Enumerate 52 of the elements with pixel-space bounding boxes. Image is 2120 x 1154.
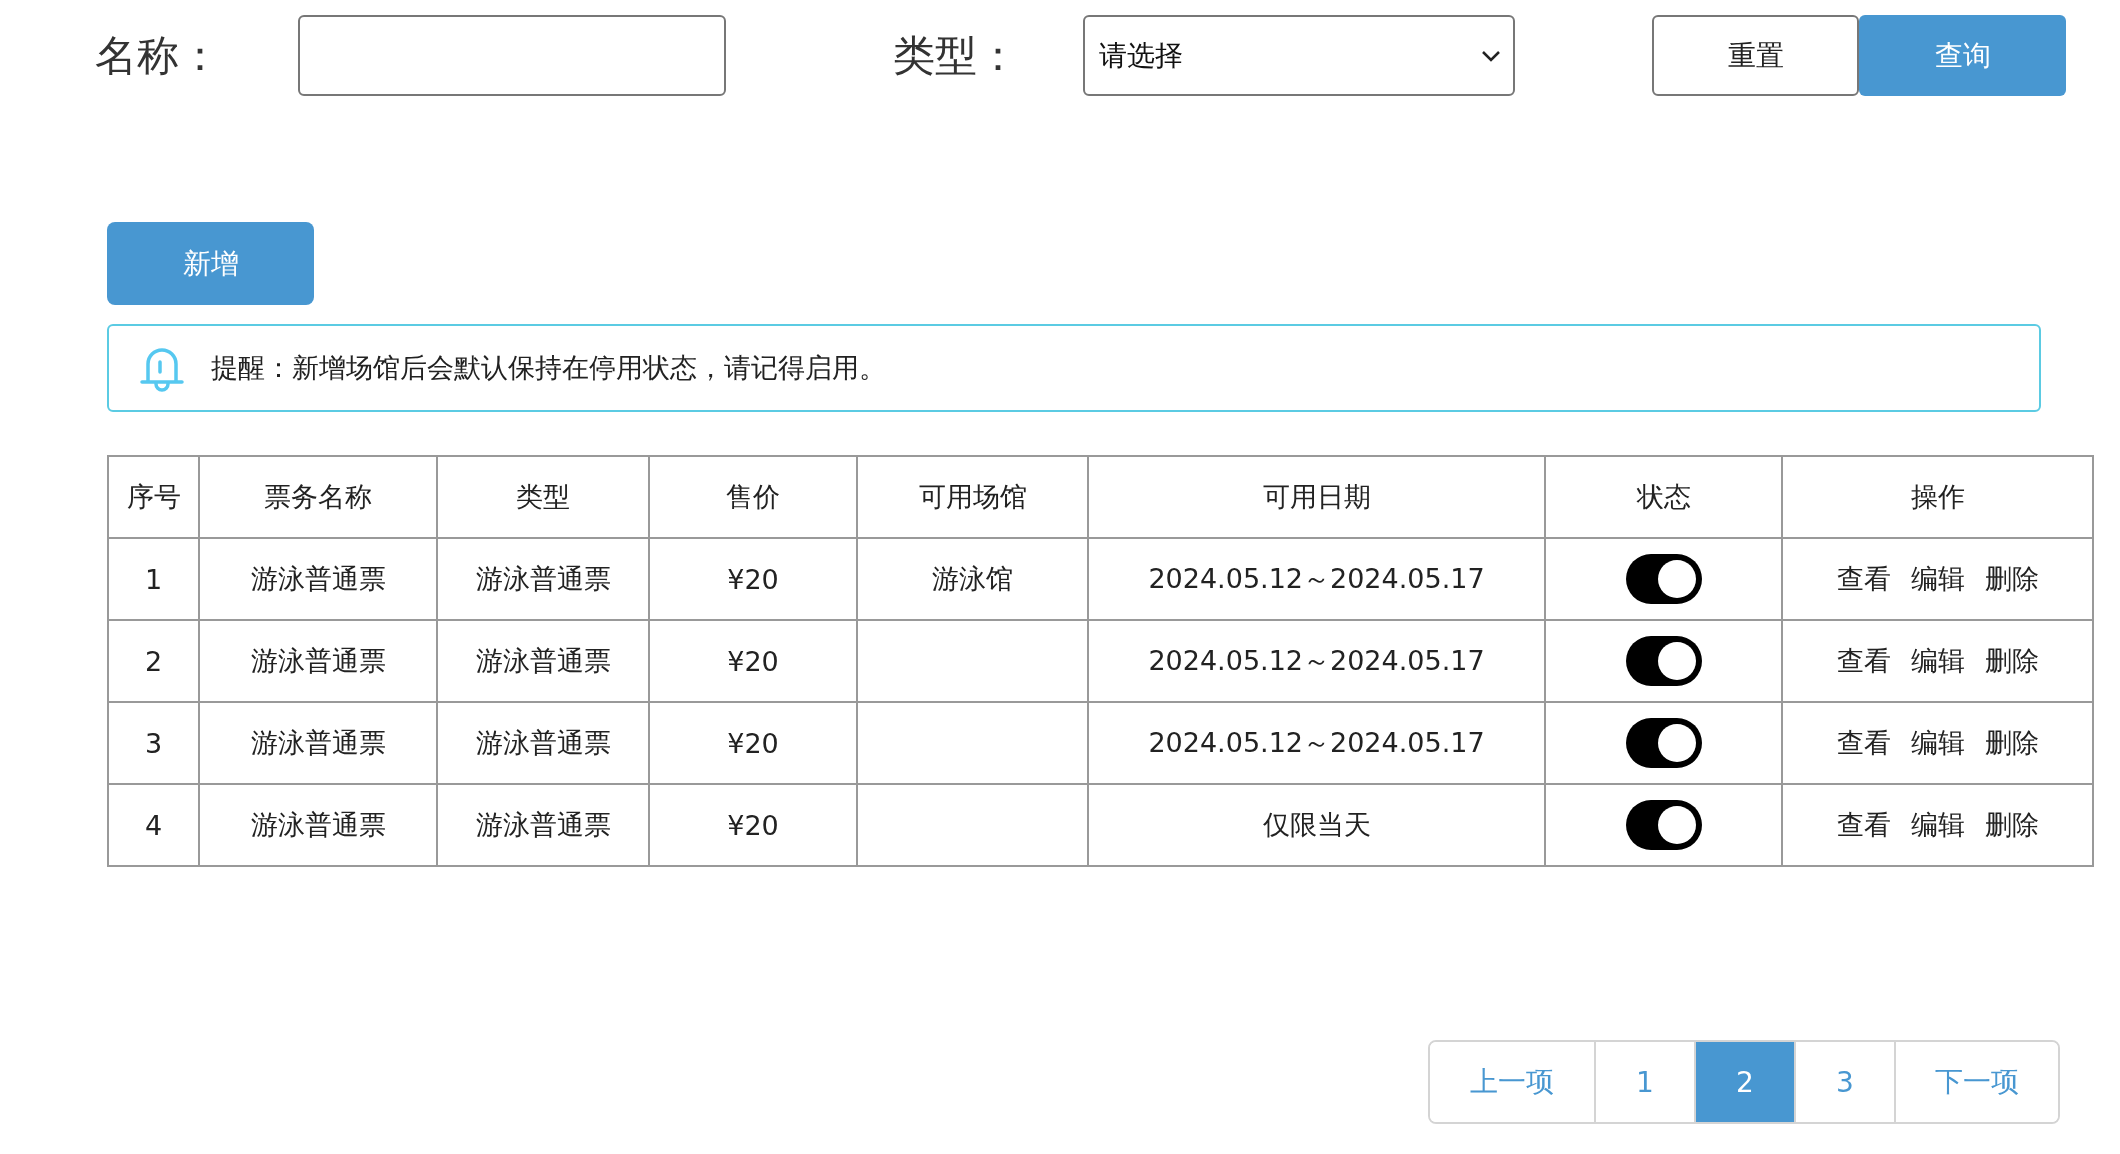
table-cell: 游泳馆 [857, 538, 1088, 620]
action-link[interactable]: 编辑 [1910, 643, 1965, 679]
table-cell: 3 [108, 702, 199, 784]
action-link[interactable]: 删除 [1984, 807, 2039, 843]
column-header: 操作 [1782, 456, 2093, 538]
status-toggle[interactable] [1625, 636, 1702, 686]
notice-text: 提醒：新增场馆后会默认保持在停用状态，请记得启用。 [211, 351, 886, 385]
action-link[interactable]: 编辑 [1910, 725, 1965, 761]
table-cell: 游泳普通票 [199, 538, 437, 620]
table-cell: 2 [108, 620, 199, 702]
chevron-down-icon [1481, 49, 1501, 62]
table-cell: ¥20 [649, 702, 857, 784]
status-toggle[interactable] [1625, 554, 1702, 604]
table-cell: 2024.05.12～2024.05.17 [1088, 538, 1545, 620]
action-link[interactable]: 删除 [1984, 561, 2039, 597]
table-cell: 2024.05.12～2024.05.17 [1088, 702, 1545, 784]
action-link[interactable]: 编辑 [1910, 561, 1965, 597]
action-link[interactable]: 查看 [1836, 725, 1891, 761]
table-cell: 游泳普通票 [199, 702, 437, 784]
action-link[interactable]: 删除 [1984, 725, 2039, 761]
table-cell: ¥20 [649, 538, 857, 620]
column-header: 可用场馆 [857, 456, 1088, 538]
column-header: 票务名称 [199, 456, 437, 538]
table-cell: 1 [108, 538, 199, 620]
column-header: 类型 [437, 456, 649, 538]
column-header: 状态 [1545, 456, 1782, 538]
status-toggle[interactable] [1625, 718, 1702, 768]
column-header: 售价 [649, 456, 857, 538]
table-cell: 游泳普通票 [199, 620, 437, 702]
action-link[interactable]: 查看 [1836, 807, 1891, 843]
name-label: 名称： [95, 29, 222, 82]
action-link[interactable]: 删除 [1984, 643, 2039, 679]
table-cell: 游泳普通票 [199, 784, 437, 866]
table-cell: 4 [108, 784, 199, 866]
table-cell: 2024.05.12～2024.05.17 [1088, 620, 1545, 702]
table-cell: 游泳普通票 [437, 538, 649, 620]
table-cell: 游泳普通票 [437, 702, 649, 784]
table-cell: 游泳普通票 [437, 620, 649, 702]
table-cell: ¥20 [649, 620, 857, 702]
action-link[interactable]: 查看 [1836, 643, 1891, 679]
reset-button[interactable]: 重置 [1652, 15, 1859, 96]
table-cell: 游泳普通票 [437, 784, 649, 866]
status-toggle[interactable] [1625, 800, 1702, 850]
table-cell: 仅限当天 [1088, 784, 1545, 866]
column-header: 序号 [108, 456, 199, 538]
type-label: 类型： [893, 29, 1020, 82]
type-select-field[interactable]: 请选择 [1083, 15, 1515, 96]
action-link[interactable]: 编辑 [1910, 807, 1965, 843]
action-link[interactable]: 查看 [1836, 561, 1891, 597]
name-input-field[interactable] [298, 15, 726, 96]
table-cell: ¥20 [649, 784, 857, 866]
column-header: 可用日期 [1088, 456, 1545, 538]
